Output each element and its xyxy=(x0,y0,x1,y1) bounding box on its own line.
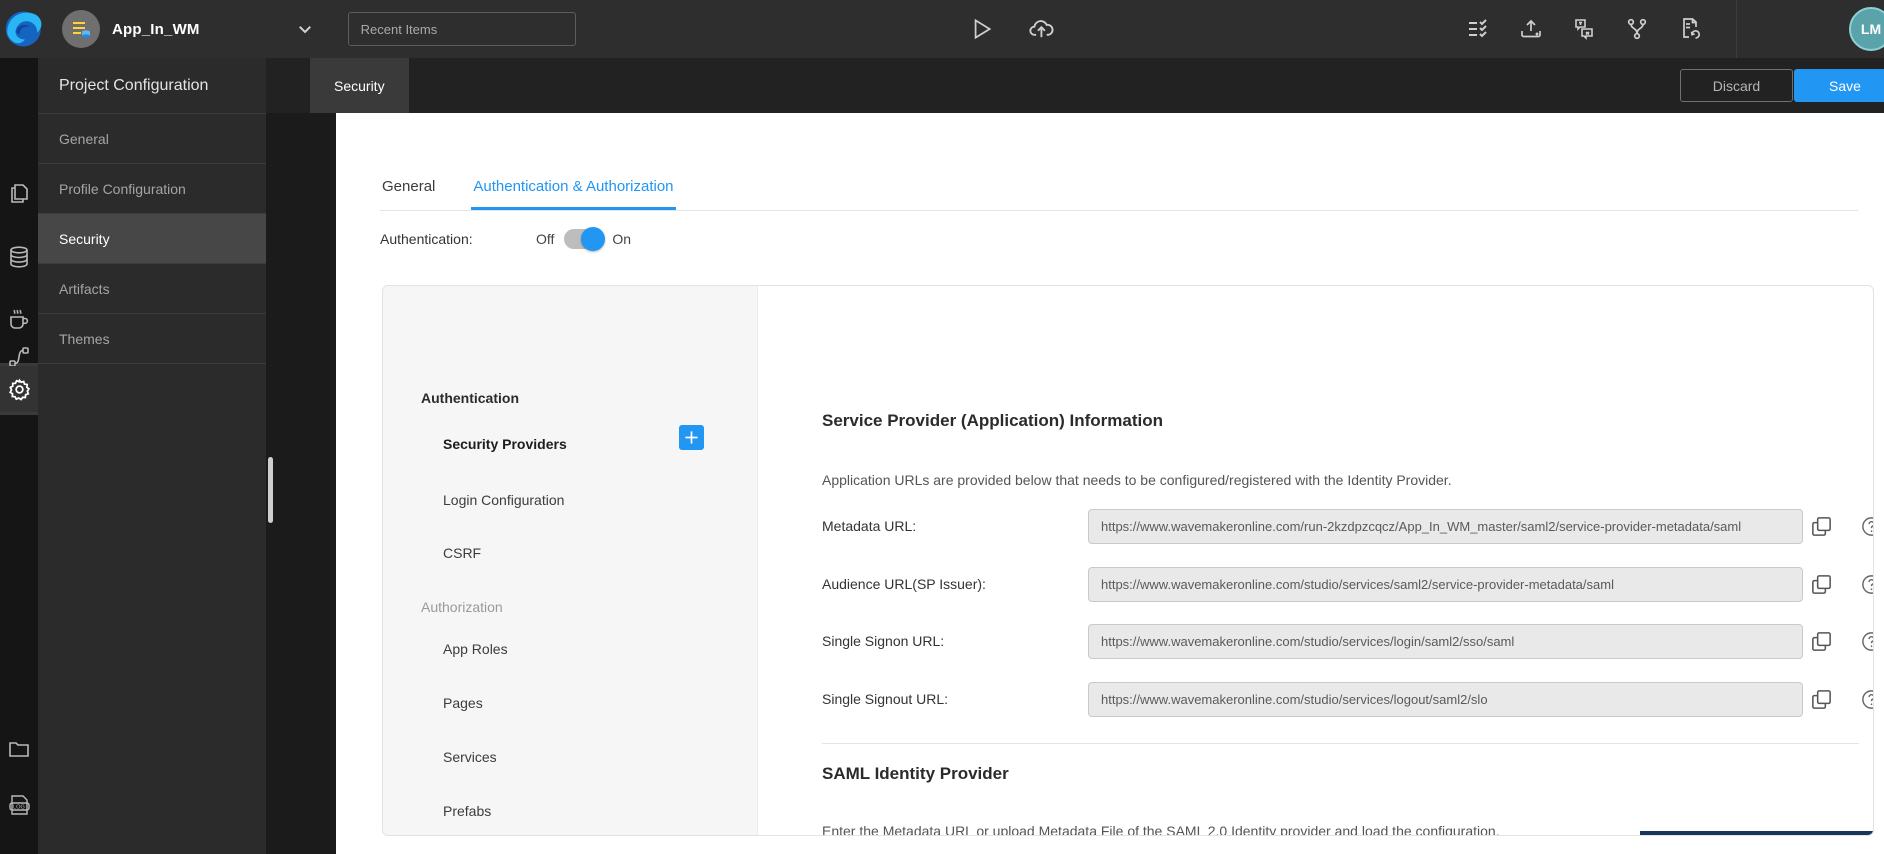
authentication-toggle[interactable] xyxy=(564,227,606,251)
discard-button[interactable]: Discard xyxy=(1680,69,1793,102)
signout-url-value: https://www.wavemakeronline.com/studio/s… xyxy=(1088,681,1803,717)
settings-icon[interactable] xyxy=(0,366,38,412)
sidebar-item-profile-configuration[interactable]: Profile Configuration xyxy=(38,164,266,214)
toggle-off-label: Off xyxy=(536,231,555,247)
help-icon[interactable] xyxy=(1860,630,1874,653)
copy-icon[interactable] xyxy=(1810,515,1833,538)
panel-gutter xyxy=(266,113,336,854)
security-tabs: General Authentication & Authorization xyxy=(380,168,1858,211)
app-icon[interactable] xyxy=(62,10,100,48)
sidebar-item-general[interactable]: General xyxy=(38,114,266,164)
security-config-card: Authentication Security Providers Login … xyxy=(382,285,1874,836)
signon-url-value: https://www.wavemakeronline.com/studio/s… xyxy=(1088,623,1803,659)
single-signout-url-row: Single Signout URL: https://www.wavemake… xyxy=(822,681,1873,717)
sidebar-item-security[interactable]: Security xyxy=(38,214,266,264)
authentication-toggle-row: Authentication: Off On xyxy=(380,227,632,251)
file-refresh-icon[interactable] xyxy=(1678,17,1702,41)
security-providers-body: Service Provider (Application) Informati… xyxy=(758,286,1873,835)
database-icon[interactable] xyxy=(0,234,38,280)
field-label: Single Signon URL: xyxy=(822,633,945,649)
top-bar: App_In_WM LM xyxy=(0,0,1884,58)
sp-info-heading: Service Provider (Application) Informati… xyxy=(822,411,1164,430)
svg-text:LOG: LOG xyxy=(13,805,25,811)
menu-item-csrf[interactable]: CSRF xyxy=(443,545,481,561)
section-divider xyxy=(822,743,1859,744)
export-icon[interactable] xyxy=(1519,17,1543,41)
save-button[interactable]: Save xyxy=(1794,69,1884,102)
project-name: App_In_WM xyxy=(112,20,200,38)
chevron-down-icon[interactable] xyxy=(296,20,314,38)
menu-section-authorization: Authorization xyxy=(421,599,503,615)
security-settings-main: General Authentication & Authorization A… xyxy=(336,113,1884,854)
metadata-url-row: Metadata URL: https://www.wavemakeronlin… xyxy=(822,508,1873,544)
menu-item-prefabs[interactable]: Prefabs xyxy=(443,803,491,819)
copy-icon[interactable] xyxy=(1810,573,1833,596)
translate-icon[interactable] xyxy=(1572,17,1596,41)
recent-items-input[interactable] xyxy=(347,12,576,46)
sidebar-item-themes[interactable]: Themes xyxy=(38,314,266,364)
pages-icon[interactable] xyxy=(0,170,38,216)
sidebar-item-artifacts[interactable]: Artifacts xyxy=(38,264,266,314)
single-signon-url-row: Single Signon URL: https://www.wavemaker… xyxy=(822,623,1873,659)
menu-item-pages[interactable]: Pages xyxy=(443,695,483,711)
menu-item-services[interactable]: Services xyxy=(443,749,497,765)
play-icon[interactable] xyxy=(968,16,994,42)
audience-url-value: https://www.wavemakeronline.com/studio/s… xyxy=(1088,566,1803,602)
avatar-initials: LM xyxy=(1860,21,1882,37)
project-configuration-panel: Project Configuration General Profile Co… xyxy=(38,58,266,854)
open-document-tab-security[interactable]: Security xyxy=(310,58,409,113)
add-provider-button[interactable] xyxy=(679,425,704,450)
toggle-on-label: On xyxy=(612,231,632,247)
menu-item-app-roles[interactable]: App Roles xyxy=(443,641,508,657)
audience-url-row: Audience URL(SP Issuer): https://www.wav… xyxy=(822,566,1873,602)
folder-icon[interactable] xyxy=(0,726,38,772)
cloud-upload-icon[interactable] xyxy=(1028,15,1056,43)
saml-idp-heading: SAML Identity Provider xyxy=(822,764,1009,783)
metadata-url-value: https://www.wavemakeronline.com/run-2kzd… xyxy=(1088,508,1803,544)
wavemaker-logo[interactable] xyxy=(4,6,46,52)
branch-icon[interactable] xyxy=(1625,17,1649,41)
copy-icon[interactable] xyxy=(1810,688,1833,711)
saml-idp-description: Enter the Metadata URL or upload Metadat… xyxy=(822,823,1500,836)
metadata-url-highlight-box: 6.okta.com/app/exknlt44nbWM4txYA5d7/sso/… xyxy=(1640,831,1873,835)
tab-authentication-authorization[interactable]: Authentication & Authorization xyxy=(471,168,676,210)
sp-info-description: Application URLs are provided below that… xyxy=(822,472,1452,488)
security-menu-panel: Authentication Security Providers Login … xyxy=(383,286,758,835)
user-avatar[interactable]: LM xyxy=(1849,7,1884,51)
more-icon[interactable] xyxy=(0,848,38,854)
menu-item-login-configuration[interactable]: Login Configuration xyxy=(443,492,564,508)
help-icon[interactable] xyxy=(1860,573,1874,596)
field-label: Single Signout URL: xyxy=(822,691,949,707)
field-label: Audience URL(SP Issuer): xyxy=(822,576,986,592)
menu-item-security-providers[interactable]: Security Providers xyxy=(443,436,567,452)
left-icon-rail: LOG xyxy=(0,58,38,854)
help-icon[interactable] xyxy=(1860,688,1874,711)
copy-icon[interactable] xyxy=(1810,630,1833,653)
authentication-label: Authentication: xyxy=(380,231,473,247)
scrollbar-thumb[interactable] xyxy=(268,457,273,523)
topbar-divider xyxy=(1736,0,1737,58)
checklist-icon[interactable] xyxy=(1466,17,1490,41)
menu-section-authentication: Authentication xyxy=(421,390,519,406)
tab-general[interactable]: General xyxy=(380,168,437,210)
help-icon[interactable] xyxy=(1860,515,1874,538)
logs-icon[interactable]: LOG xyxy=(0,782,38,828)
panel-title: Project Configuration xyxy=(38,58,266,114)
toggle-knob xyxy=(581,227,606,251)
field-label: Metadata URL: xyxy=(822,518,917,534)
document-tab-strip: Security Discard Save xyxy=(266,58,1884,113)
